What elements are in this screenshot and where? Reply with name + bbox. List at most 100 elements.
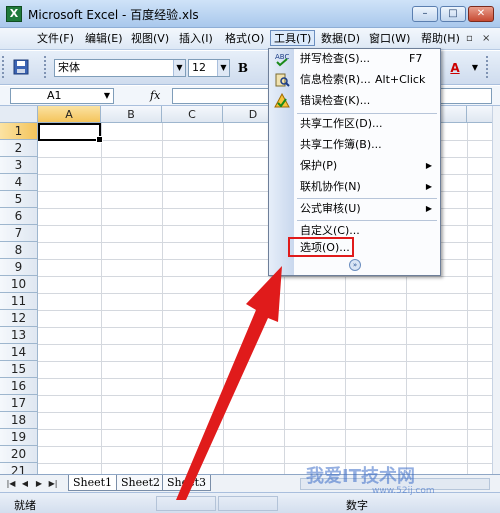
- menu-item-error-check[interactable]: 错误检查(K)...: [269, 91, 440, 111]
- gridline: [38, 310, 500, 311]
- gridline: [38, 378, 500, 379]
- sheet-tab-sheet2[interactable]: Sheet2: [116, 475, 166, 491]
- gridline: [223, 123, 224, 474]
- watermark-url: www.52ij.com: [372, 486, 435, 496]
- gridline: [38, 446, 500, 447]
- workbook-close-button[interactable]: ×: [482, 33, 490, 44]
- bold-button[interactable]: B: [234, 59, 252, 77]
- spellcheck-icon: ABC: [274, 51, 290, 67]
- menu-item-formula-auditing[interactable]: 公式审核(U) ▶: [269, 199, 440, 219]
- row-header[interactable]: 4: [0, 174, 38, 191]
- save-icon[interactable]: [12, 59, 30, 77]
- chevron-down-icon[interactable]: ▼: [217, 60, 229, 76]
- row-header[interactable]: 11: [0, 293, 38, 310]
- row-header[interactable]: 7: [0, 225, 38, 242]
- toolbar-grip[interactable]: [44, 56, 47, 78]
- menu-item-shared-workspace[interactable]: 共享工作区(D)...: [269, 114, 440, 134]
- sheet-tab-sheet1[interactable]: Sheet1: [68, 475, 118, 491]
- menu-item-label: 信息检索(R)...: [300, 73, 371, 86]
- font-name-select[interactable]: 宋体 ▼: [54, 59, 186, 77]
- menu-item-label: 共享工作簿(B)...: [300, 138, 382, 151]
- menu-item-shortcut: Alt+Click: [375, 73, 426, 86]
- gridline: [38, 293, 500, 294]
- status-ready: 就绪: [14, 499, 36, 512]
- submenu-arrow-icon: ▶: [425, 182, 432, 191]
- maximize-button[interactable]: □: [440, 6, 466, 22]
- name-box[interactable]: A1 ▼: [10, 88, 114, 104]
- gridline: [467, 123, 468, 474]
- excel-app-icon[interactable]: X: [6, 6, 22, 22]
- row-header[interactable]: 10: [0, 276, 38, 293]
- menu-item-protection[interactable]: 保护(P) ▶: [269, 156, 440, 176]
- last-sheet-icon[interactable]: ▶|: [48, 478, 58, 490]
- toolbar-grip[interactable]: [2, 56, 5, 78]
- close-button[interactable]: ✕: [468, 6, 494, 22]
- menu-edit[interactable]: 编辑(E): [82, 31, 126, 47]
- gridline: [162, 123, 163, 474]
- sheet-tab-sheet3[interactable]: Sheet3: [162, 475, 212, 491]
- menu-help[interactable]: 帮助(H): [418, 31, 463, 47]
- select-all-corner[interactable]: [0, 106, 38, 123]
- chevron-down-icon[interactable]: ▼: [101, 89, 113, 103]
- font-size-select[interactable]: 12 ▼: [188, 59, 230, 77]
- prev-sheet-icon[interactable]: ◀: [20, 478, 30, 490]
- row-header[interactable]: 21: [0, 463, 38, 474]
- row-header[interactable]: 3: [0, 157, 38, 174]
- title-bar: X Microsoft Excel - 百度经验.xls – □ ✕: [0, 0, 500, 28]
- menu-item-label: 拼写检查(S)...: [300, 52, 371, 65]
- submenu-arrow-icon: ▶: [425, 161, 432, 170]
- gridline: [38, 361, 500, 362]
- chevron-down-icon[interactable]: ▼: [466, 59, 484, 77]
- row-header[interactable]: 19: [0, 429, 38, 446]
- status-num-lock: 数字: [346, 499, 368, 512]
- minimize-button[interactable]: –: [412, 6, 438, 22]
- menu-tools[interactable]: 工具(T): [270, 30, 316, 46]
- menu-item-spellcheck[interactable]: ABC 拼写检查(S)... F7: [269, 49, 440, 69]
- row-header[interactable]: 15: [0, 361, 38, 378]
- row-header[interactable]: 17: [0, 395, 38, 412]
- menu-item-label: 共享工作区(D)...: [300, 117, 383, 130]
- gridline: [38, 395, 500, 396]
- workbook-minimize-button[interactable]: –: [450, 33, 455, 44]
- row-header[interactable]: 14: [0, 344, 38, 361]
- row-header[interactable]: 12: [0, 310, 38, 327]
- column-header[interactable]: C: [162, 106, 223, 123]
- column-header[interactable]: B: [101, 106, 162, 123]
- menu-item-online-collaboration[interactable]: 联机协作(N) ▶: [269, 177, 440, 197]
- column-header[interactable]: A: [38, 106, 101, 123]
- menu-window[interactable]: 窗口(W): [366, 31, 413, 47]
- menu-view[interactable]: 视图(V): [128, 31, 172, 47]
- row-header[interactable]: 5: [0, 191, 38, 208]
- function-icon[interactable]: fx: [150, 89, 160, 102]
- row-header[interactable]: 20: [0, 446, 38, 463]
- next-sheet-icon[interactable]: ▶: [34, 478, 44, 490]
- status-panel: [156, 496, 216, 511]
- font-name-value: 宋体: [58, 61, 80, 74]
- active-cell-a1[interactable]: [38, 123, 103, 143]
- error-check-icon: [274, 92, 290, 109]
- menu-insert[interactable]: 插入(I): [176, 31, 216, 47]
- row-header[interactable]: 1: [0, 123, 38, 140]
- first-sheet-icon[interactable]: |◀: [6, 478, 16, 490]
- menu-item-research[interactable]: 信息检索(R)... Alt+Click: [269, 70, 440, 90]
- row-header[interactable]: 16: [0, 378, 38, 395]
- chevron-down-icon[interactable]: ▼: [173, 60, 185, 76]
- menu-format[interactable]: 格式(O): [222, 31, 267, 47]
- workbook-restore-button[interactable]: ▫: [466, 33, 473, 44]
- row-header[interactable]: 8: [0, 242, 38, 259]
- vertical-scrollbar[interactable]: [492, 106, 500, 474]
- row-header[interactable]: 2: [0, 140, 38, 157]
- menu-item-share-workbook[interactable]: 共享工作簿(B)...: [269, 135, 440, 155]
- menu-file[interactable]: 文件(F): [34, 31, 77, 47]
- expand-menu-icon[interactable]: »: [349, 259, 361, 271]
- toolbar-grip[interactable]: [486, 56, 489, 78]
- font-color-button[interactable]: A: [446, 59, 464, 77]
- menu-data[interactable]: 数据(D): [318, 31, 363, 47]
- row-header[interactable]: 6: [0, 208, 38, 225]
- menu-item-label: 联机协作(N): [300, 180, 361, 193]
- row-header[interactable]: 9: [0, 259, 38, 276]
- row-header[interactable]: 18: [0, 412, 38, 429]
- row-header[interactable]: 13: [0, 327, 38, 344]
- menu-bar: 文件(F) 编辑(E) 视图(V) 插入(I) 格式(O) 工具(T) 数据(D…: [0, 28, 500, 50]
- status-panel: [218, 496, 278, 511]
